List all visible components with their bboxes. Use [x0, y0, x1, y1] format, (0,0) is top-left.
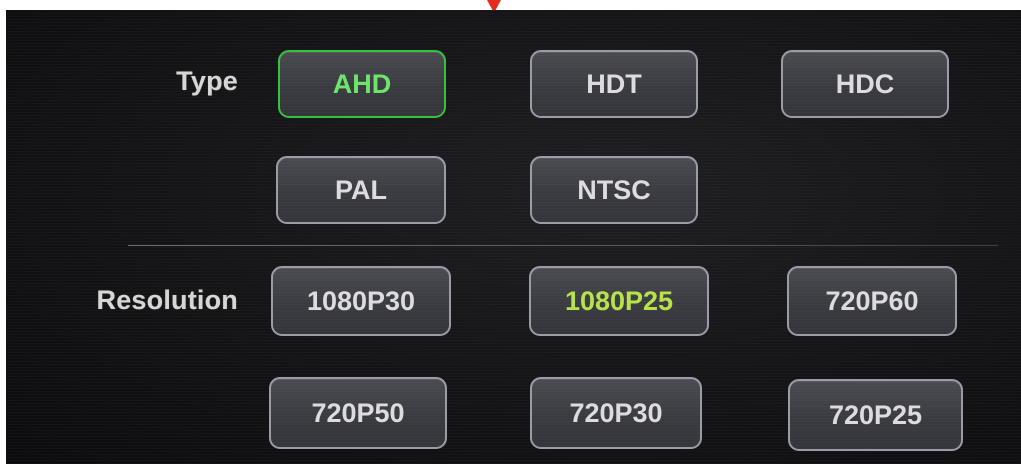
resolution-option-720p30[interactable]: 720P30: [530, 377, 702, 449]
type-label: Type: [176, 66, 238, 96]
type-option-pal[interactable]: PAL: [276, 156, 446, 224]
type-option-hdt[interactable]: HDT: [530, 50, 698, 118]
video-settings-screen: Type AHD HDT HDC PAL NTSC Resolution 108…: [6, 10, 1021, 464]
resolution-option-1080p30[interactable]: 1080P30: [271, 266, 451, 336]
resolution-option-720p25[interactable]: 720P25: [788, 379, 963, 451]
resolution-option-720p50[interactable]: 720P50: [269, 377, 447, 449]
section-divider: [128, 245, 998, 246]
resolution-option-1080p25[interactable]: 1080P25: [529, 266, 709, 336]
type-option-ntsc[interactable]: NTSC: [530, 156, 698, 224]
type-option-ahd[interactable]: AHD: [278, 50, 446, 118]
resolution-option-720p60[interactable]: 720P60: [787, 266, 957, 336]
resolution-label: Resolution: [96, 285, 238, 315]
type-option-hdc[interactable]: HDC: [781, 50, 949, 118]
